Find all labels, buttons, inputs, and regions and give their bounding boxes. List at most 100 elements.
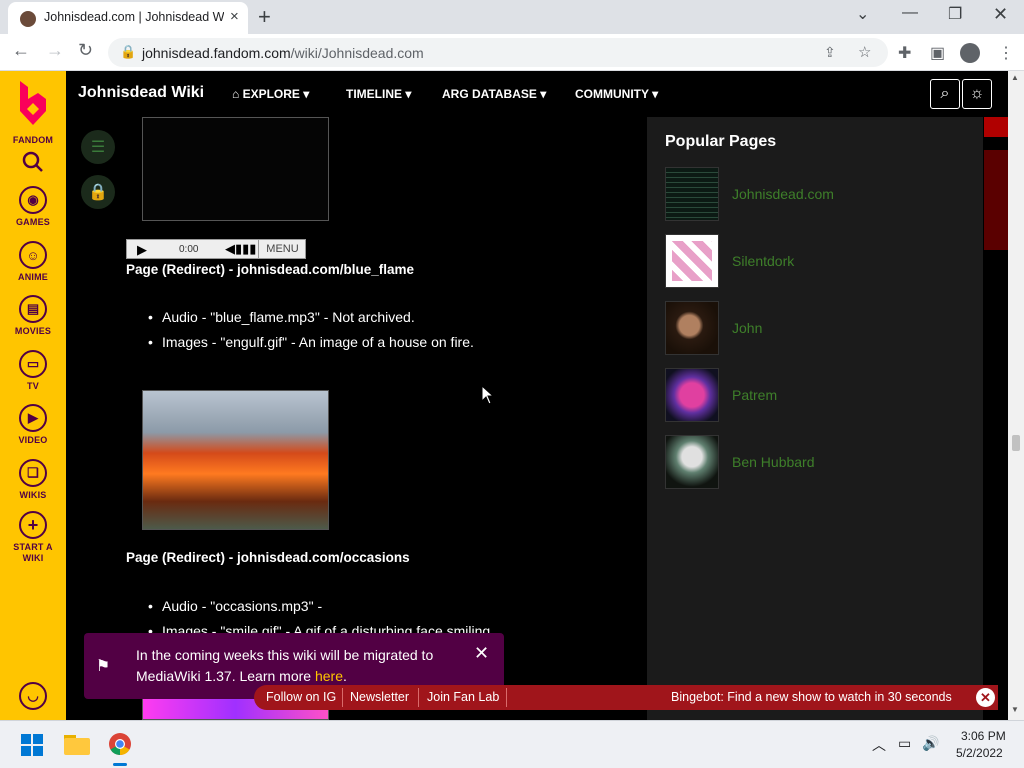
bingebot-link[interactable]: Bingebot: Find a new show to watch in 30… xyxy=(671,690,952,704)
scroll-up-icon[interactable]: ▲ xyxy=(1011,73,1019,82)
bingebot-close-icon[interactable]: ✕ xyxy=(976,688,995,707)
window-close-icon[interactable]: ✕ xyxy=(993,4,1008,25)
wiki-search-button[interactable]: ⌕ xyxy=(930,79,960,109)
global-footer-bar: Follow on IG Newsletter Join Fan Lab Bin… xyxy=(254,685,998,710)
popular-page-link[interactable]: John xyxy=(732,320,762,336)
restore-icon[interactable]: ❐ xyxy=(948,4,962,24)
chrome-icon[interactable] xyxy=(108,732,132,756)
follow-on-ig-link[interactable]: Follow on IG xyxy=(266,690,336,704)
lock-icon[interactable]: 🔒 xyxy=(120,44,136,60)
side-panel-icon[interactable]: ▣ xyxy=(930,43,945,63)
fandom-heart-icon xyxy=(20,81,46,125)
share-icon[interactable]: ⇪ xyxy=(824,44,836,61)
browser-toolbar: ← → ↻ 🔒 johnisdead.fandom.com/wiki/Johni… xyxy=(0,34,1024,71)
reload-icon[interactable]: ↻ xyxy=(78,40,93,61)
user-account-button[interactable]: ◡ xyxy=(0,682,66,710)
rail-item-games[interactable]: ◉ GAMES xyxy=(0,186,66,227)
popular-page-thumbnail[interactable] xyxy=(665,167,719,221)
start-wiki-label-1: START A xyxy=(13,542,53,552)
volume-icon[interactable]: ◀▮▮▮ xyxy=(225,241,256,257)
close-tab-icon[interactable]: × xyxy=(230,8,239,25)
section-heading-occasions: Page (Redirect) - johnisdead.com/occasio… xyxy=(126,550,410,565)
fandom-logo[interactable]: FANDOM xyxy=(0,79,66,145)
windows-taskbar: ︿ ▭ 🔊 3:06 PM 5/2/2022 xyxy=(0,720,1024,768)
rail-item-anime[interactable]: ☺ ANIME xyxy=(0,241,66,282)
audio-menu-button[interactable]: MENU xyxy=(258,240,306,258)
popular-page-link[interactable]: Ben Hubbard xyxy=(732,454,815,470)
rail-label-movies: MOVIES xyxy=(14,326,52,336)
rail-item-video[interactable]: ▶ VIDEO xyxy=(0,404,66,445)
bullet-audio-blue-flame: Audio - "blue_flame.mp3" - Not archived. xyxy=(148,309,415,325)
separator xyxy=(506,688,507,707)
scroll-down-icon[interactable]: ▼ xyxy=(1011,705,1019,714)
scrollbar-thumb[interactable] xyxy=(1012,435,1020,451)
audio-time: 0:00 xyxy=(179,244,199,255)
address-bar[interactable]: 🔒 johnisdead.fandom.com/wiki/Johnisdead.… xyxy=(108,38,888,67)
browser-tab-active[interactable]: Johnisdead.com | Johnisdead Wiki × xyxy=(8,2,248,34)
tab-search-icon[interactable]: ⌄ xyxy=(856,4,869,24)
file-explorer-icon[interactable] xyxy=(64,733,90,755)
popular-page-thumbnail[interactable] xyxy=(665,234,719,288)
forward-icon[interactable]: → xyxy=(46,40,64,61)
menu-kebab-icon[interactable]: ⋮ xyxy=(998,43,1014,63)
nav-explore[interactable]: ⌂ EXPLORE ▾ xyxy=(232,87,309,101)
article-image-top xyxy=(142,117,329,221)
notification-close-icon[interactable]: ✕ xyxy=(474,643,489,664)
browser-tab-bar: Johnisdead.com | Johnisdead Wiki × + ⌄ —… xyxy=(0,0,1024,34)
popular-page-link[interactable]: Patrem xyxy=(732,387,777,403)
back-icon[interactable]: ← xyxy=(12,40,30,61)
separator xyxy=(342,688,343,707)
bookmark-star-icon[interactable]: ☆ xyxy=(858,43,871,61)
bullet-audio-occasions: Audio - "occasions.mp3" - xyxy=(148,598,322,614)
newsletter-link[interactable]: Newsletter xyxy=(350,690,409,704)
volume-icon[interactable]: 🔊 xyxy=(922,735,939,752)
rail-label-wikis: WIKIS xyxy=(19,490,47,500)
play-icon[interactable]: ▶ xyxy=(137,242,147,258)
explore-icon: ⌂ xyxy=(232,87,243,101)
clock-date[interactable]: 5/2/2022 xyxy=(956,746,1003,760)
search-button[interactable] xyxy=(0,151,66,178)
house-on-fire-image[interactable] xyxy=(142,390,329,530)
network-icon[interactable]: ▭ xyxy=(898,735,911,752)
list-icon: ☰ xyxy=(90,139,106,156)
notification-text: In the coming weeks this wiki will be mi… xyxy=(136,647,434,684)
nav-arg-database[interactable]: ARG DATABASE ▾ xyxy=(442,87,546,101)
toc-button[interactable]: ☰ xyxy=(81,130,115,164)
popular-pages-rail: Popular Pages Johnisdead.com Silentdork … xyxy=(647,117,983,720)
nav-community[interactable]: COMMUNITY ▾ xyxy=(575,87,658,101)
active-app-indicator xyxy=(113,763,127,766)
rail-item-movies[interactable]: ▤ MOVIES xyxy=(0,295,66,336)
show-hidden-icons-icon[interactable]: ︿ xyxy=(872,735,886,755)
theme-toggle-button[interactable]: ☼ xyxy=(962,79,992,109)
article-content: ☰ 🔒 ▶ 0:00 ◀▮▮▮ MENU Page (Redirect) - j… xyxy=(66,117,646,720)
rail-item-wikis[interactable]: ❏ WIKIS xyxy=(0,459,66,500)
popular-page-link[interactable]: Silentdork xyxy=(732,253,794,269)
join-fan-lab-link[interactable]: Join Fan Lab xyxy=(427,690,499,704)
popular-page-thumbnail[interactable] xyxy=(665,435,719,489)
user-icon: ◡ xyxy=(19,682,47,710)
search-icon xyxy=(22,151,43,172)
lock-button[interactable]: 🔒 xyxy=(81,175,115,209)
learn-more-link[interactable]: here xyxy=(315,668,343,684)
new-tab-button[interactable]: + xyxy=(258,4,271,30)
extensions-icon[interactable]: ✚ xyxy=(898,43,911,63)
profile-avatar-icon[interactable] xyxy=(960,43,980,63)
rail-label-video: VIDEO xyxy=(18,435,48,445)
clock-time[interactable]: 3:06 PM xyxy=(961,729,1006,743)
popular-pages-title: Popular Pages xyxy=(665,133,777,150)
windows-start-icon[interactable] xyxy=(21,734,43,756)
wiki-name[interactable]: Johnisdead Wiki xyxy=(78,84,204,102)
nav-timeline[interactable]: TIMELINE ▾ xyxy=(346,87,411,101)
popular-page-thumbnail[interactable] xyxy=(665,368,719,422)
section-heading-blue-flame: Page (Redirect) - johnisdead.com/blue_fl… xyxy=(126,262,415,277)
audio-player[interactable]: ▶ 0:00 ◀▮▮▮ MENU xyxy=(126,239,306,259)
sun-icon: ☼ xyxy=(969,85,985,102)
start-a-wiki-button[interactable]: + START A WIKI xyxy=(0,511,66,563)
rail-item-tv[interactable]: ▭ TV xyxy=(0,350,66,391)
minimize-icon[interactable]: — xyxy=(902,4,918,22)
popular-page-thumbnail[interactable] xyxy=(665,301,719,355)
page-scrollbar[interactable]: ▲ ▼ xyxy=(1008,71,1024,720)
separator xyxy=(418,688,419,707)
mouse-cursor-icon xyxy=(481,385,495,405)
popular-page-link[interactable]: Johnisdead.com xyxy=(732,186,834,202)
